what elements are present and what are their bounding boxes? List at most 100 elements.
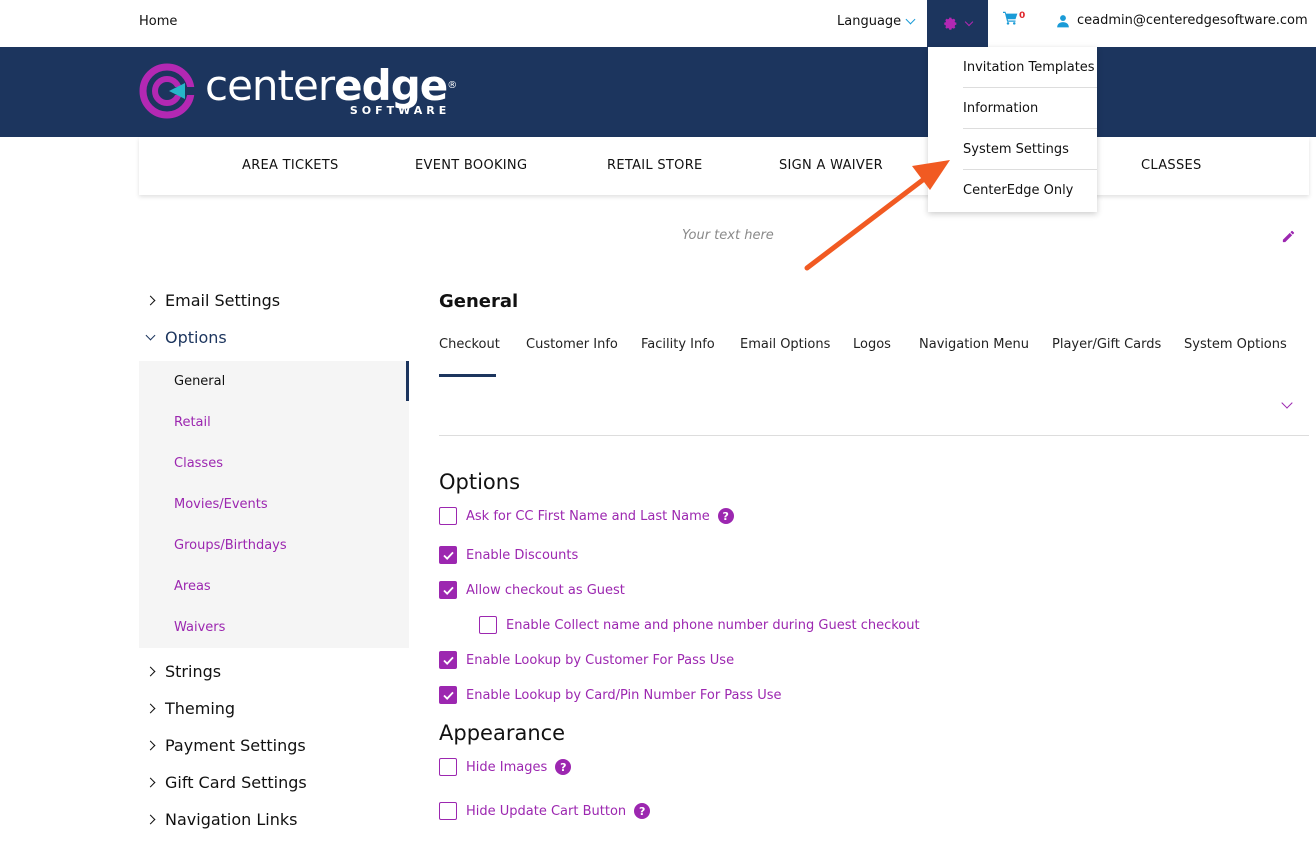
sidebar-group-label: Theming <box>165 699 236 718</box>
home-link[interactable]: Home <box>139 14 177 29</box>
cart-icon <box>1003 11 1018 25</box>
checkbox[interactable] <box>479 616 497 634</box>
language-label: Language <box>837 14 902 29</box>
pencil-icon[interactable] <box>1281 229 1296 244</box>
sidebar-group-theming[interactable]: Theming <box>145 699 236 718</box>
tab-player-gift-cards[interactable]: Player/Gift Cards <box>1052 337 1161 352</box>
sidebar-item-classes[interactable]: Classes <box>174 456 223 471</box>
sidebar-item-waivers[interactable]: Waivers <box>174 620 225 635</box>
checkbox[interactable] <box>439 507 457 525</box>
checkbox[interactable] <box>439 758 457 776</box>
logo-mark-icon <box>139 63 195 119</box>
sidebar-group-payment-settings[interactable]: Payment Settings <box>145 736 306 755</box>
expand-tabs-button[interactable] <box>1281 392 1293 411</box>
user-menu[interactable]: ceadmin@centeredgesoftware.com <box>1056 13 1316 28</box>
sidebar-group-label: Navigation Links <box>165 810 298 829</box>
nav-event-booking[interactable]: EVENT BOOKING <box>415 158 527 173</box>
tab-checkout[interactable]: Checkout <box>439 337 500 352</box>
option-label: Allow checkout as Guest <box>466 582 625 598</box>
sidebar-group-label: Payment Settings <box>165 736 306 755</box>
check-icon <box>442 691 454 700</box>
help-icon[interactable]: ? <box>634 803 651 819</box>
tab-facility-info[interactable]: Facility Info <box>641 337 715 352</box>
option-label: Enable Lookup by Card/Pin Number For Pas… <box>466 687 782 703</box>
header-banner: centeredge® SOFTWARE <box>0 47 1316 137</box>
menu-item-centeredge-only[interactable]: CenterEdge Only <box>963 170 1097 211</box>
active-indicator <box>406 361 409 401</box>
option-enable-discounts[interactable]: Enable Discounts <box>439 546 578 564</box>
sidebar-group-gift-card-settings[interactable]: Gift Card Settings <box>145 773 307 792</box>
option-label: Enable Collect name and phone number dur… <box>506 617 920 633</box>
menu-item-system-settings[interactable]: System Settings <box>963 129 1097 170</box>
chevron-right-icon <box>145 666 156 677</box>
option-ask-cc-name[interactable]: Ask for CC First Name and Last Name ? <box>439 507 734 525</box>
tab-system-options[interactable]: System Options <box>1184 337 1287 352</box>
page-title: General <box>439 291 519 312</box>
tab-customer-info[interactable]: Customer Info <box>526 337 618 352</box>
option-collect-name-phone[interactable]: Enable Collect name and phone number dur… <box>479 616 920 634</box>
checkbox[interactable] <box>439 581 457 599</box>
logo-word-center: center <box>205 60 335 110</box>
chevron-right-icon <box>145 703 156 714</box>
sidebar-item-general[interactable]: General <box>174 374 225 389</box>
option-label: Ask for CC First Name and Last Name <box>466 508 710 524</box>
checkbox[interactable] <box>439 651 457 669</box>
user-icon <box>1057 14 1069 27</box>
cart-button[interactable]: 0 <box>1003 11 1025 25</box>
settings-menu-button[interactable] <box>927 0 988 47</box>
help-icon[interactable]: ? <box>717 508 734 524</box>
help-icon[interactable]: ? <box>555 759 572 775</box>
sidebar-item-retail[interactable]: Retail <box>174 415 211 430</box>
sidebar-group-label: Email Settings <box>165 291 281 310</box>
sidebar-group-strings[interactable]: Strings <box>145 662 221 681</box>
user-email: ceadmin@centeredgesoftware.com <box>1077 13 1308 28</box>
chevron-down-icon <box>145 330 156 340</box>
checkbox[interactable] <box>439 686 457 704</box>
menu-item-information[interactable]: Information <box>963 88 1097 129</box>
main-nav: AREA TICKETS EVENT BOOKING RETAIL STORE … <box>139 137 1309 195</box>
sidebar-group-email-settings[interactable]: Email Settings <box>145 291 281 310</box>
option-label: Enable Lookup by Customer For Pass Use <box>466 652 735 668</box>
banner-text-placeholder: Your text here <box>682 228 774 243</box>
menu-item-invitation-templates[interactable]: Invitation Templates <box>963 47 1097 88</box>
sidebar-group-options[interactable]: Options <box>145 328 227 347</box>
option-hide-images[interactable]: Hide Images ? <box>439 758 572 776</box>
option-lookup-by-customer[interactable]: Enable Lookup by Customer For Pass Use <box>439 651 734 669</box>
chevron-right-icon <box>145 814 156 825</box>
check-icon <box>442 586 454 595</box>
checkbox[interactable] <box>439 546 457 564</box>
nav-area-tickets[interactable]: AREA TICKETS <box>242 158 339 173</box>
chevron-down-icon <box>905 14 916 25</box>
checkbox[interactable] <box>439 802 457 820</box>
settings-dropdown-menu: Invitation Templates Information System … <box>928 47 1097 212</box>
gear-icon <box>944 17 957 30</box>
logo-word-edge: edge <box>334 60 448 110</box>
options-heading: Options <box>439 470 521 494</box>
active-tab-indicator <box>439 374 496 377</box>
check-icon <box>442 551 454 560</box>
divider <box>439 435 1309 436</box>
option-lookup-by-card-pin[interactable]: Enable Lookup by Card/Pin Number For Pas… <box>439 686 781 704</box>
sidebar-group-label: Gift Card Settings <box>165 773 307 792</box>
tab-logos[interactable]: Logos <box>853 337 891 352</box>
sidebar-item-movies-events[interactable]: Movies/Events <box>174 497 268 512</box>
sidebar-item-areas[interactable]: Areas <box>174 579 211 594</box>
option-label: Enable Discounts <box>466 547 579 563</box>
nav-retail-store[interactable]: RETAIL STORE <box>607 158 703 173</box>
chevron-down-icon <box>964 17 974 26</box>
option-allow-guest-checkout[interactable]: Allow checkout as Guest <box>439 581 625 599</box>
logo-registered: ® <box>447 79 457 91</box>
tab-navigation-menu[interactable]: Navigation Menu <box>919 337 1029 352</box>
tab-email-options[interactable]: Email Options <box>740 337 830 352</box>
nav-sign-a-waiver[interactable]: SIGN A WAIVER <box>779 158 883 173</box>
nav-classes[interactable]: CLASSES <box>1141 158 1202 173</box>
option-label: Hide Images <box>466 759 548 775</box>
option-hide-update-cart[interactable]: Hide Update Cart Button ? <box>439 802 651 820</box>
chevron-right-icon <box>145 740 156 751</box>
appearance-heading: Appearance <box>439 721 566 745</box>
cart-count-badge: 0 <box>1019 11 1026 21</box>
centeredge-logo[interactable]: centeredge® SOFTWARE <box>139 60 457 119</box>
sidebar-group-navigation-links[interactable]: Navigation Links <box>145 810 298 829</box>
language-dropdown[interactable]: Language <box>837 14 916 29</box>
sidebar-item-groups-birthdays[interactable]: Groups/Birthdays <box>174 538 287 553</box>
